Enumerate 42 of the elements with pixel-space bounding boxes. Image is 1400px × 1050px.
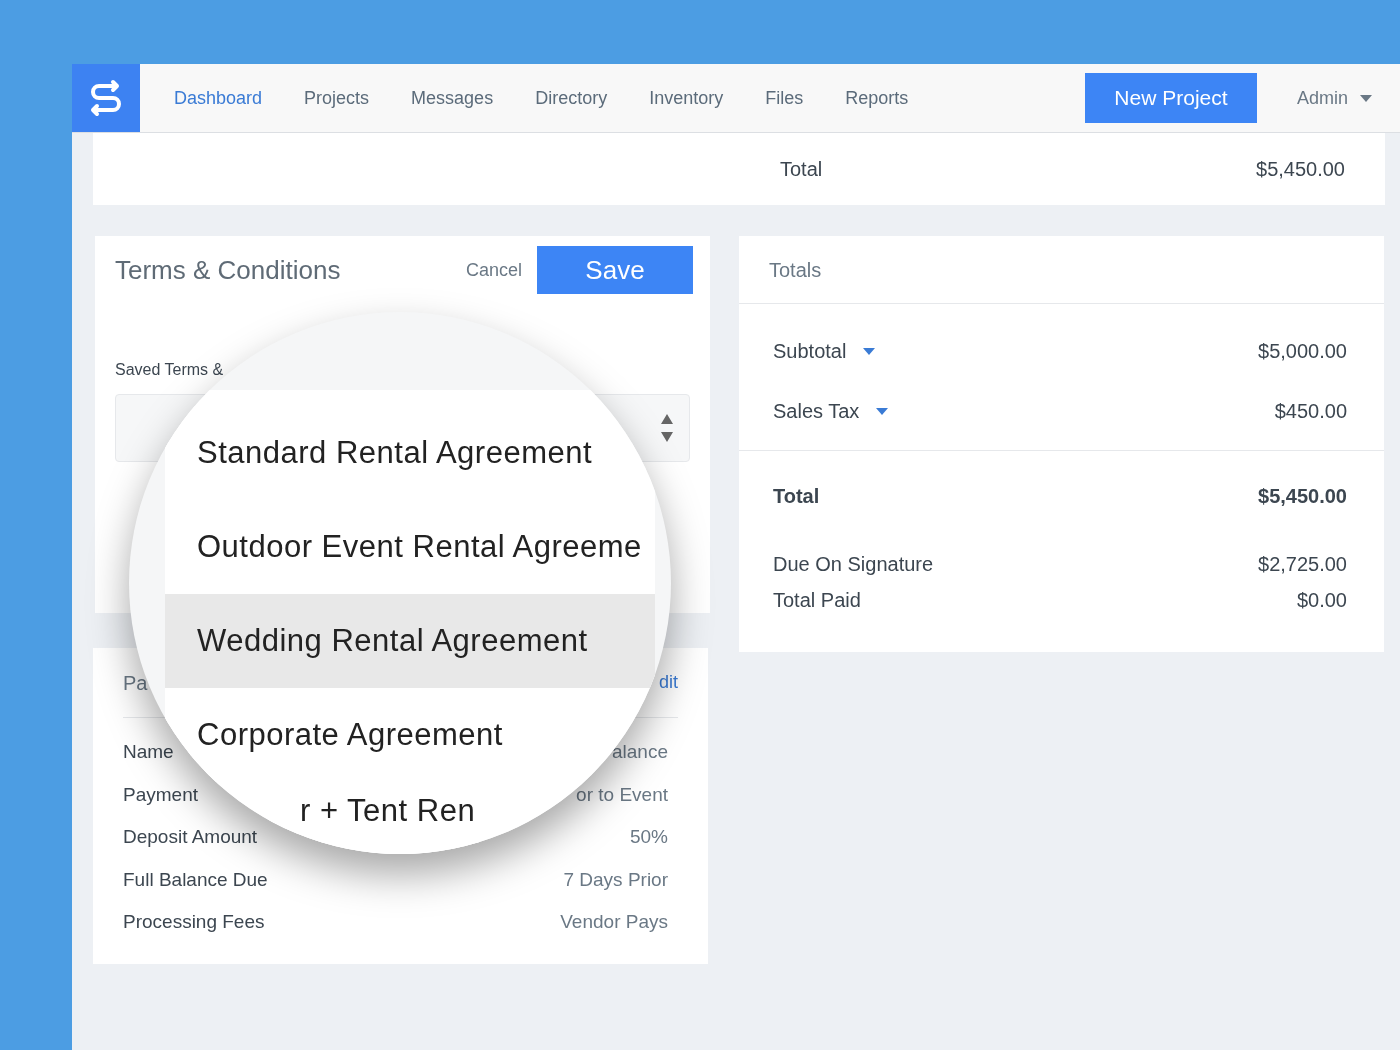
nav-link[interactable]: Reports — [845, 84, 909, 112]
line-value: $5,000.00 — [1258, 339, 1347, 364]
caret-icon[interactable] — [876, 407, 889, 415]
payment-label: Due On Signature — [773, 552, 934, 577]
nav-link[interactable]: Inventory — [649, 84, 724, 112]
nav-link[interactable]: Files — [765, 84, 804, 112]
panel-title: Pa — [123, 670, 148, 696]
panel-title: Terms & Conditions — [115, 253, 341, 287]
caret-icon[interactable] — [1360, 94, 1372, 102]
total-label: Total — [780, 157, 823, 182]
payment-value: $2,725.00 — [1258, 552, 1347, 577]
row-label: Full Balance Due — [123, 867, 268, 892]
line-value: $450.00 — [1274, 399, 1347, 424]
sort-arrows-icon — [661, 414, 673, 442]
row-label: Processing Fees — [123, 910, 265, 934]
line-label[interactable]: Subtotal — [773, 336, 847, 366]
row-value: 50% — [629, 825, 668, 849]
row-label: Payment — [123, 782, 198, 807]
payment-value: $0.00 — [1296, 588, 1347, 613]
caret-icon[interactable] — [863, 347, 876, 355]
total-value: $5,450.00 — [1256, 157, 1345, 182]
total-value: $5,450.00 — [1258, 484, 1347, 509]
row-value: alance — [612, 740, 668, 764]
logo-tile[interactable] — [72, 64, 140, 132]
total-label: Total — [773, 484, 820, 509]
row-value: 7 Days Prior — [563, 867, 668, 892]
nav-link[interactable]: Projects — [304, 84, 370, 112]
new-project-button[interactable]: New Project — [1084, 73, 1257, 123]
row-value: Vendor Pays — [560, 910, 668, 934]
cancel-button[interactable]: Cancel — [465, 256, 522, 284]
payment-label: Total Paid — [773, 588, 861, 613]
nav-link[interactable]: Dashboard — [174, 84, 263, 112]
field-label: Saved Terms & — [115, 360, 225, 380]
row-label: Deposit Amount — [123, 825, 258, 849]
save-button[interactable]: Save — [537, 246, 693, 294]
nav-link[interactable]: Directory — [535, 84, 608, 112]
dropdown-option[interactable]: Wedding Rental Agreement — [165, 594, 655, 688]
nav-link[interactable]: Messages — [411, 84, 494, 112]
line-label[interactable]: Sales Tax — [773, 396, 860, 426]
user-menu[interactable]: Admin — [1296, 84, 1348, 112]
panel-title: Totals — [769, 257, 822, 283]
row-value: or to Event — [576, 782, 668, 807]
